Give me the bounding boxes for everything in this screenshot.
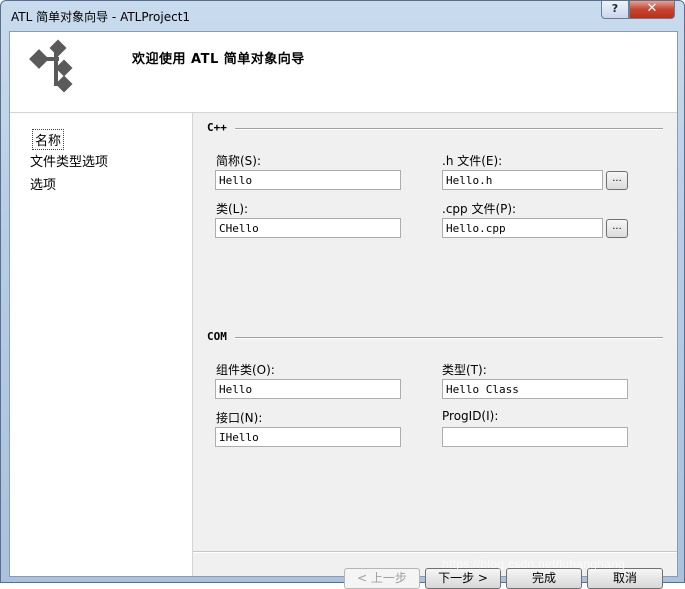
nav-item-file-type-options[interactable]: 文件类型选项 [30,151,108,170]
progid-label: ProgID(I): [442,409,499,423]
nav-item-name[interactable]: 名称 [32,129,65,150]
wizard-page: C++ 简称(S): .h 文件(E): ... 类(L): .cpp 文件(P… [193,113,677,589]
class-label: 类(L): [216,202,249,216]
section-divider [235,337,663,339]
h-file-input[interactable] [442,170,603,190]
watermark-text: https://blog.csdn.net/luhanghang [442,557,626,571]
help-button[interactable]: ? [601,1,629,19]
coclass-input[interactable] [215,379,401,399]
h-file-label: .h 文件(E): [442,154,503,168]
class-input[interactable] [215,218,401,238]
short-name-input[interactable] [215,170,401,190]
next-button[interactable]: 下一步 > [425,568,501,589]
com-section-title: COM [207,330,227,343]
title-bar[interactable]: ATL 简单对象向导 - ATLProject1 ? ✕ [1,1,685,31]
cpp-file-label: .cpp 文件(P): [442,202,517,216]
cpp-section-title: C++ [207,121,227,134]
short-name-label: 简称(S): [216,154,262,168]
cancel-button[interactable]: 取消 [587,568,663,589]
footer-divider [193,551,677,553]
previous-button[interactable]: < 上一步 [344,568,420,589]
wizard-header: 欢迎使用 ATL 简单对象向导 [10,32,677,113]
type-label: 类型(T): [442,363,487,377]
wizard-flow-icon [29,39,73,93]
section-divider [235,128,663,130]
interface-input[interactable] [215,427,401,447]
type-input[interactable] [442,379,628,399]
cpp-file-browse-button[interactable]: ... [606,219,628,238]
window-title: ATL 简单对象向导 - ATLProject1 [11,10,191,24]
cpp-file-input[interactable] [442,218,603,238]
interface-label: 接口(N): [216,411,263,425]
finish-button[interactable]: 完成 [506,568,582,589]
progid-input[interactable] [442,427,628,447]
close-button[interactable]: ✕ [629,1,675,19]
wizard-title: 欢迎使用 ATL 简单对象向导 [132,52,305,67]
window-frame: ATL 简单对象向导 - ATLProject1 ? ✕ 欢迎使用 ATL 简单… [0,0,685,589]
h-file-browse-button[interactable]: ... [606,171,628,190]
coclass-label: 组件类(O): [216,363,275,377]
nav-item-options[interactable]: 选项 [30,174,56,193]
wizard-client-area: 欢迎使用 ATL 简单对象向导 名称 文件类型选项 选项 C++ 简称(S): … [9,31,678,589]
wizard-nav: 名称 文件类型选项 选项 [10,113,193,576]
